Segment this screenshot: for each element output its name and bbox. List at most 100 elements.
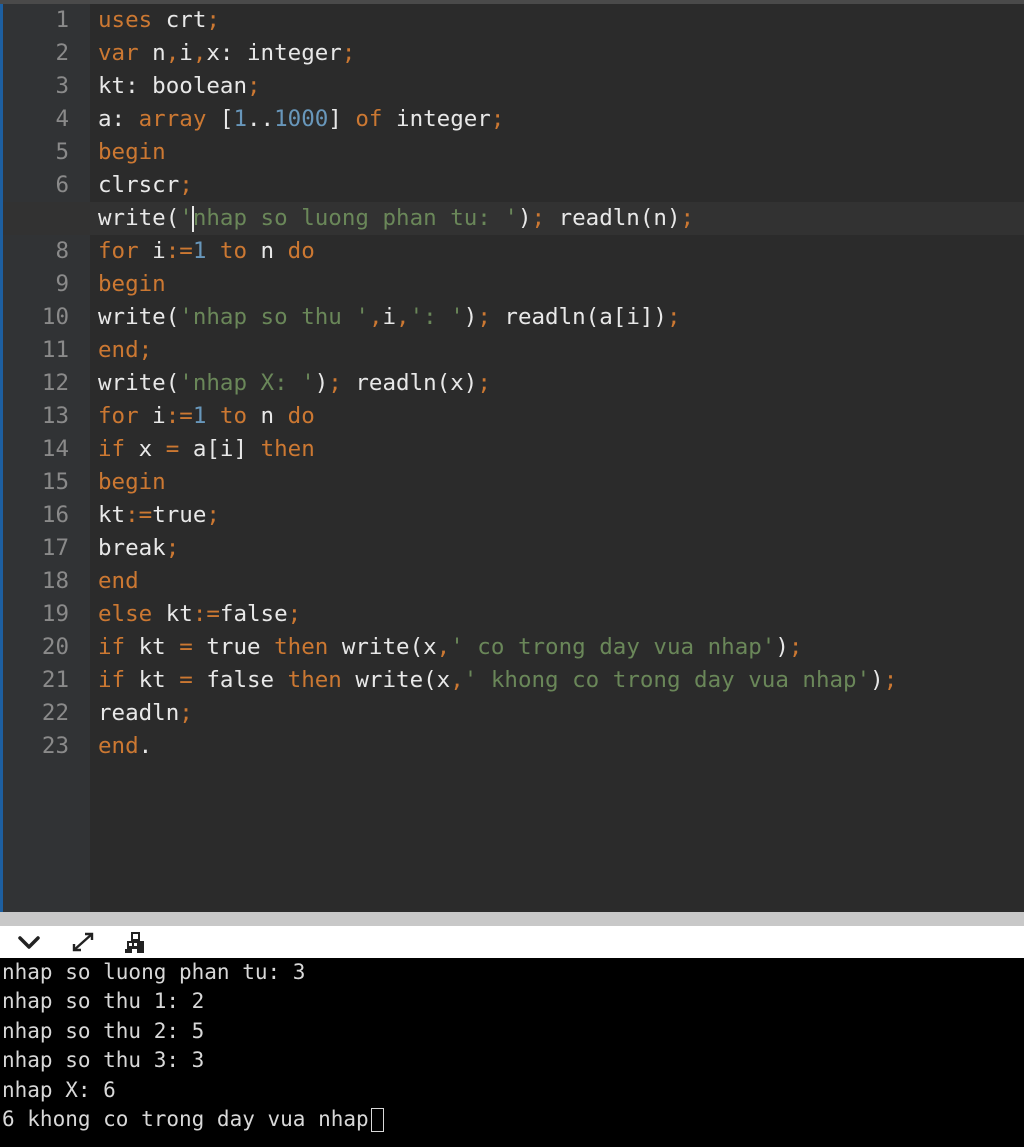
code-token: , (436, 634, 451, 660)
code-token: ' khong co trong day vua nhap' (463, 667, 871, 693)
code-token: [ (206, 106, 234, 132)
code-token: n (247, 403, 288, 429)
code-token: a[i] (179, 436, 261, 462)
code-line[interactable]: a: array [1..1000] of integer; (98, 103, 1022, 136)
console-cursor (370, 1108, 384, 1132)
code-token: of (355, 106, 383, 132)
code-token: 1 (233, 106, 248, 132)
code-line[interactable]: break; (98, 532, 1022, 565)
code-token: n (138, 40, 166, 66)
line-number: 12 (41, 370, 69, 396)
code-line[interactable]: kt:=true; (98, 499, 1022, 532)
code-token: kt (125, 634, 180, 660)
code-token: for (98, 403, 139, 429)
code-token: , (165, 40, 180, 66)
console-output[interactable]: nhap so luong phan tu: 3 nhap so thu 1: 2… (0, 958, 1024, 1147)
code-token: = (179, 634, 193, 660)
line-number: 15 (41, 469, 69, 495)
code-token: uses (98, 7, 153, 33)
code-token: false (192, 667, 288, 693)
code-line[interactable]: write('nhap X: '); readln(x); (98, 367, 1022, 400)
code-token: ' co trong day vua nhap' (450, 634, 776, 660)
line-number: 19 (41, 601, 69, 627)
panel-splitter[interactable] (0, 912, 1024, 926)
console-line: nhap so thu 2: 5 (2, 1017, 204, 1046)
code-token: 1 (192, 238, 207, 264)
line-number: 3 (55, 73, 69, 99)
code-editor[interactable]: 1234567891011121314151617181920212223 us… (0, 0, 1024, 912)
line-number: 21 (41, 667, 69, 693)
code-token: a: (98, 106, 139, 132)
console-line: nhap X: 6 (2, 1076, 116, 1105)
code-token: begin (98, 469, 166, 495)
line-number-gutter: 1234567891011121314151617181920212223 (3, 4, 90, 912)
code-token: readln (98, 700, 180, 726)
code-line[interactable]: else kt:=false; (98, 598, 1022, 631)
code-token: 1 (192, 403, 207, 429)
code-token: readln(a[i]) (490, 304, 667, 330)
code-line[interactable]: uses crt; (98, 4, 1022, 37)
code-token: , (396, 304, 410, 330)
code-token: var (98, 40, 139, 66)
code-line[interactable]: if kt = true then write(x,' co trong day… (98, 631, 1022, 664)
code-token: end (98, 568, 139, 594)
code-line[interactable]: readln; (98, 697, 1022, 730)
code-line[interactable]: begin (98, 466, 1022, 499)
input-mode-button[interactable] (120, 928, 150, 956)
code-line[interactable]: end; (98, 334, 1022, 367)
line-number: 17 (41, 535, 69, 561)
console-line-text: nhap so luong phan tu: 3 (2, 960, 306, 984)
code-token: ; (206, 502, 220, 528)
line-number: 9 (55, 271, 69, 297)
console-line: nhap so thu 3: 3 (2, 1046, 204, 1075)
code-token: write( (98, 205, 180, 231)
code-line[interactable]: end. (98, 730, 1022, 763)
expand-button[interactable] (68, 928, 98, 956)
code-text-area[interactable]: uses crt; var n,i,x: integer; kt: boolean;… (90, 4, 1024, 912)
expand-arrows-icon (72, 932, 94, 952)
code-token: ; (883, 667, 898, 693)
code-token: break (98, 535, 166, 561)
code-token: := (165, 403, 193, 429)
code-token: crt (152, 7, 207, 33)
code-line[interactable]: end (98, 565, 1022, 598)
code-line[interactable]: if kt = false then write(x,' khong co tr… (98, 664, 1022, 697)
collapse-button[interactable] (14, 928, 44, 956)
line-number: 5 (55, 139, 69, 165)
line-number: 8 (55, 238, 69, 264)
code-token: ) (870, 667, 884, 693)
console-toolbar (0, 926, 1024, 958)
code-token: ; (206, 7, 220, 33)
code-line[interactable]: write('nhap so thu ',i,': '); readln(a[i… (98, 301, 1022, 334)
code-token: ; (341, 40, 356, 66)
code-token: integer (382, 106, 491, 132)
code-line[interactable]: for i:=1 to n do (98, 235, 1022, 268)
code-token: ; (165, 535, 180, 561)
code-token: ; (247, 73, 261, 99)
code-token: i (138, 238, 166, 264)
code-line[interactable]: var n,i,x: integer; (98, 37, 1022, 70)
code-token: kt: boolean (98, 73, 248, 99)
code-line[interactable]: kt: boolean; (98, 70, 1022, 103)
code-token: i (138, 403, 166, 429)
code-token: ; (490, 106, 505, 132)
code-line[interactable]: if x = a[i] then (98, 433, 1022, 466)
code-token: readln(x) (341, 370, 478, 396)
code-line[interactable]: begin (98, 268, 1022, 301)
line-number: 6 (55, 172, 69, 198)
code-line[interactable]: clrscr; (98, 169, 1022, 202)
code-token: kt (125, 667, 180, 693)
console-line-text: nhap so thu 1: 2 (2, 989, 205, 1014)
code-token: then (260, 436, 315, 462)
code-line[interactable]: begin (98, 136, 1022, 169)
code-line[interactable]: for i:=1 to n do (98, 400, 1022, 433)
code-line[interactable]: write('nhap so luong phan tu: '); readln… (98, 202, 1022, 235)
code-token: .. (247, 106, 275, 132)
code-token: kt (98, 502, 126, 528)
code-token: then (274, 634, 329, 660)
code-token: ; (531, 205, 546, 231)
code-token: if (98, 436, 126, 462)
code-token: write( (98, 370, 180, 396)
line-number: 23 (41, 733, 69, 759)
code-token: ; (477, 304, 491, 330)
